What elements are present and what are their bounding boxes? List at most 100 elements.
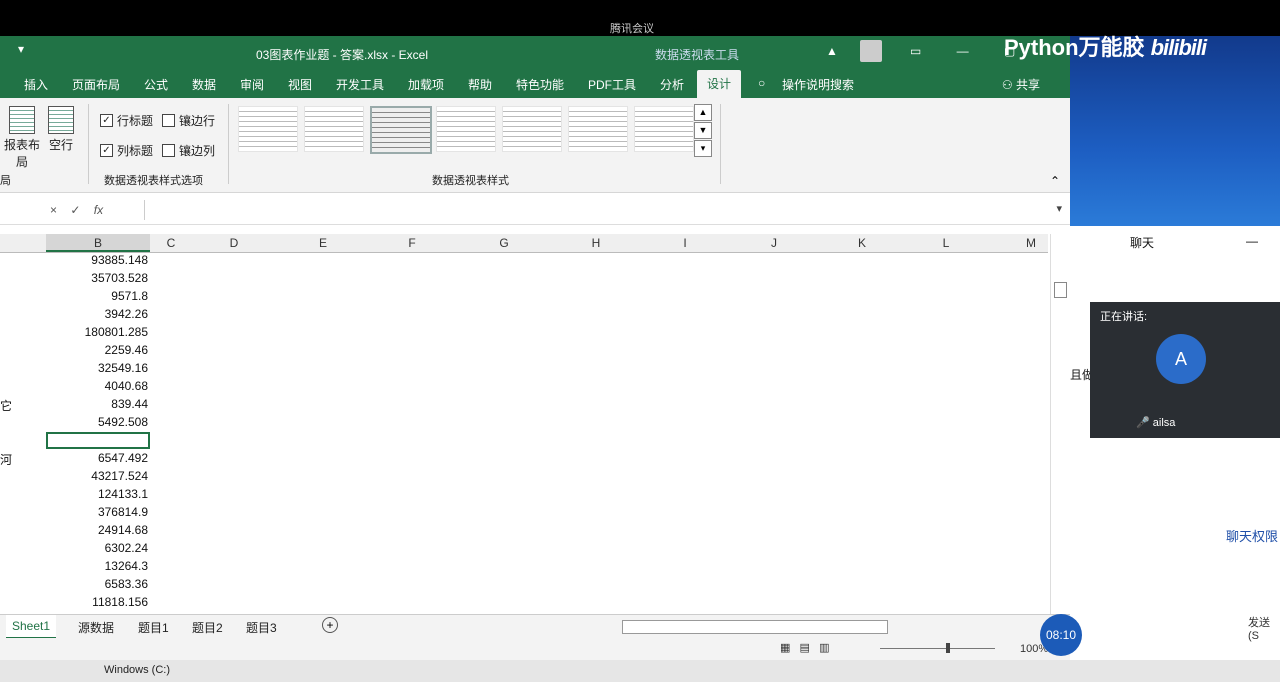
pivot-style-swatch[interactable] [238,106,298,152]
tab-insert[interactable]: 插入 [24,76,48,93]
active-cell[interactable] [46,432,150,449]
tab-pdf[interactable]: PDF工具 [588,76,636,93]
gallery-down-icon[interactable]: ▼ [694,122,712,139]
cell-b[interactable]: 93885.148 [46,253,148,267]
cell-b[interactable]: 376814.9 [46,505,148,519]
zoom-knob[interactable] [946,643,950,653]
cell-b[interactable]: 180801.285 [46,325,148,339]
cell-b[interactable]: 2259.46 [46,343,148,357]
excel-window: ▾ 03图表作业题 - 答案.xlsx - Excel 数据透视表工具 ▲ ▭ … [0,36,1070,660]
banded-rows-checkbox[interactable]: 镶边行 [162,112,215,129]
divider [720,104,721,184]
formula-bar: × ✓ fx ▾ [0,198,1070,225]
collapse-ribbon-icon[interactable]: ⌃ [1050,174,1060,188]
speaker-video: 正在讲话: A 🎤 ailsa [1090,302,1280,438]
formula-input[interactable] [144,200,1055,220]
row-headers-checkbox[interactable]: ✓ 行标题 [100,112,153,129]
column-header[interactable]: L [906,236,986,250]
gallery-up-icon[interactable]: ▲ [694,104,712,121]
cell-b[interactable]: 32549.16 [46,361,148,375]
pivot-style-swatch[interactable] [502,106,562,152]
column-header[interactable]: I [640,236,730,250]
cell-b[interactable]: 9571.8 [46,289,148,303]
tab-formulas[interactable]: 公式 [144,76,168,93]
send-button[interactable]: 发送(S [1248,614,1280,642]
cell-b[interactable]: 11818.156 [46,595,148,609]
fx-icon[interactable]: fx [94,203,103,217]
column-header[interactable]: C [152,236,190,250]
column-header[interactable]: J [730,236,818,250]
view-mode-icons[interactable]: ▦ ▤ ▥ [780,641,830,654]
quick-access-dropdown-icon[interactable]: ▾ [18,42,24,56]
cell-b[interactable]: 839.44 [46,397,148,411]
tab-view[interactable]: 视图 [288,76,312,93]
cell-grid[interactable]: 93885.148 35703.528 9571.8 3942.26 18080… [0,253,1048,613]
chat-permission-link[interactable]: 聊天权限 [1226,526,1278,545]
column-header[interactable]: G [456,236,552,250]
cell-a[interactable]: 它 [0,397,12,414]
scroll-thumb[interactable] [1054,282,1067,298]
blank-rows-button[interactable]: 空行 [46,106,76,153]
cell-b[interactable]: 4040.68 [46,379,148,393]
banded-cols-checkbox[interactable]: 镶边列 [162,142,215,159]
pivot-style-swatch[interactable] [568,106,628,152]
tab-help[interactable]: 帮助 [468,76,492,93]
tab-addins[interactable]: 加载项 [408,76,444,93]
sheet-tab[interactable]: 源数据 [78,619,114,636]
pivot-style-swatch[interactable] [634,106,694,152]
tab-analyze[interactable]: 分析 [660,76,684,93]
cell-b[interactable]: 24914.68 [46,523,148,537]
cancel-icon[interactable]: × [50,203,57,217]
account-avatar[interactable] [860,40,882,62]
cell-b[interactable]: 13264.3 [46,559,148,573]
report-layout-button[interactable]: 报表布局 [4,106,40,170]
sheet-tab[interactable]: 题目1 [138,619,169,636]
tab-developer[interactable]: 开发工具 [336,76,384,93]
cell-b[interactable]: 35703.528 [46,271,148,285]
cell-b[interactable]: 5492.508 [46,415,148,429]
minimize-icon[interactable]: — [1246,234,1258,248]
cell-a[interactable]: 河 [0,451,12,468]
tab-review[interactable]: 审阅 [240,76,264,93]
cell-b[interactable]: 6547.492 [46,451,148,465]
formula-controls[interactable]: × ✓ fx [50,203,103,217]
vertical-scrollbar[interactable] [1050,234,1069,614]
pivot-style-swatch-selected[interactable] [370,106,432,154]
column-header[interactable]: H [552,236,640,250]
pivot-style-swatch[interactable] [304,106,364,152]
blank-rows-icon [48,106,74,134]
pivot-styles-group-label: 数据透视表样式 [432,175,509,187]
cell-b[interactable]: 43217.524 [46,469,148,483]
sheet-tab[interactable]: 题目2 [192,619,223,636]
tab-special[interactable]: 特色功能 [516,76,564,93]
enter-icon[interactable]: ✓ [70,203,80,217]
cell-b[interactable]: 6302.24 [46,541,148,555]
pivot-style-swatch[interactable] [436,106,496,152]
drive-label[interactable]: Windows (C:) [104,664,170,676]
sheet-tab[interactable]: 题目3 [246,619,277,636]
horizontal-scrollbar[interactable] [622,620,888,634]
column-header[interactable]: D [190,236,278,250]
column-header[interactable]: F [368,236,456,250]
tab-data[interactable]: 数据 [192,76,216,93]
name-box[interactable] [0,200,30,220]
cell-b[interactable]: 6583.36 [46,577,148,591]
share-button[interactable]: ⚇ 共享 [1002,76,1040,93]
zoom-slider[interactable] [880,648,995,649]
expand-formula-icon[interactable]: ▾ [1056,202,1062,215]
column-header[interactable]: B [46,234,150,252]
tell-me-search[interactable]: 操作说明搜索 [782,76,854,93]
tab-design[interactable]: 设计 [697,70,742,98]
banded-cols-label: 镶边列 [179,144,216,158]
cell-b[interactable]: 3942.26 [46,307,148,321]
add-sheet-icon[interactable]: + [322,617,338,633]
sheet-tab[interactable]: Sheet1 [6,615,57,639]
column-header[interactable]: K [818,236,906,250]
gallery-more-icon[interactable]: ▾ [694,140,712,157]
title-bar: ▾ 03图表作业题 - 答案.xlsx - Excel 数据透视表工具 ▲ ▭ … [0,36,1070,70]
col-headers-checkbox[interactable]: ✓ 列标题 [100,142,153,159]
column-header[interactable]: E [278,236,368,250]
chat-title: 聊天 [1130,236,1155,250]
cell-b[interactable]: 124133.1 [46,487,148,501]
tab-page-layout[interactable]: 页面布局 [72,76,120,93]
